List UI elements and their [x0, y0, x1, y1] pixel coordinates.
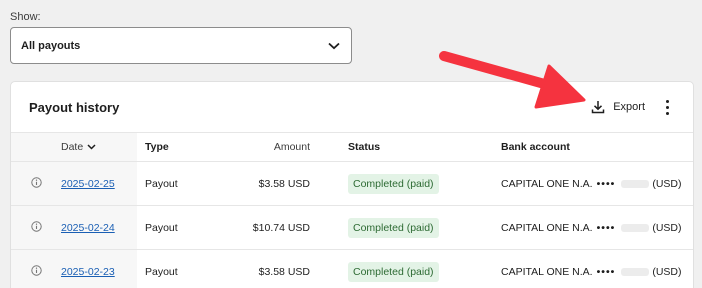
info-icon[interactable]	[30, 264, 42, 279]
info-icon[interactable]	[30, 176, 42, 191]
bank-currency: (USD)	[652, 221, 682, 234]
date-link[interactable]: 2025-02-25	[61, 178, 115, 190]
table-row: 2025-02-24 Payout $10.74 USD Completed (…	[11, 205, 693, 250]
payout-history-card: Payout history Export Date Type Amount S…	[10, 81, 694, 288]
type-cell: Payout	[137, 205, 237, 250]
chevron-down-icon	[328, 42, 340, 50]
bank-name: CAPITAL ONE N.A.	[501, 221, 593, 234]
table-row: 2025-02-25 Payout $3.58 USD Completed (p…	[11, 161, 693, 206]
bank-currency: (USD)	[652, 265, 682, 278]
payout-table: Date Type Amount Status Bank account 202…	[11, 132, 693, 288]
amount-cell: $3.58 USD	[237, 161, 340, 206]
bank-column-header: Bank account	[495, 132, 693, 162]
date-link[interactable]: 2025-02-24	[61, 222, 115, 234]
redacted-digits	[621, 179, 650, 188]
type-cell: Payout	[137, 249, 237, 288]
info-column-header	[11, 132, 61, 162]
bank-name: CAPITAL ONE N.A.	[501, 177, 593, 190]
export-button[interactable]: Export	[591, 100, 645, 114]
header-actions: Export	[591, 97, 675, 117]
date-link[interactable]: 2025-02-23	[61, 266, 115, 278]
amount-column-header: Amount	[237, 132, 340, 162]
payout-filter-select[interactable]: All payouts	[10, 27, 352, 64]
bank-account: CAPITAL ONE N.A. •••• (USD)	[501, 266, 682, 278]
redacted-digits	[621, 223, 650, 232]
amount-cell: $3.58 USD	[237, 249, 340, 288]
bank-account: CAPITAL ONE N.A. •••• (USD)	[501, 178, 682, 190]
type-column-header: Type	[137, 132, 237, 162]
redacted-digits	[621, 267, 650, 276]
bank-mask: ••••	[596, 177, 616, 190]
filter-label: Show:	[10, 11, 41, 23]
export-label: Export	[613, 101, 645, 113]
status-column-header: Status	[340, 132, 495, 162]
bank-mask: ••••	[596, 221, 616, 234]
status-badge: Completed (paid)	[348, 173, 439, 194]
status-badge: Completed (paid)	[348, 261, 439, 282]
info-icon[interactable]	[30, 220, 42, 235]
type-cell: Payout	[137, 161, 237, 206]
bank-currency: (USD)	[652, 177, 682, 190]
more-vertical-icon[interactable]	[659, 97, 675, 117]
bank-account: CAPITAL ONE N.A. •••• (USD)	[501, 222, 682, 234]
sort-chevron-down-icon	[87, 141, 96, 153]
payout-filter-value: All payouts	[21, 39, 81, 52]
table-row: 2025-02-23 Payout $3.58 USD Completed (p…	[11, 249, 693, 288]
date-header-label: Date	[61, 141, 84, 153]
bank-name: CAPITAL ONE N.A.	[501, 265, 593, 278]
date-column-header[interactable]: Date	[61, 132, 137, 162]
download-icon	[591, 100, 605, 114]
card-title: Payout history	[29, 99, 120, 115]
card-header: Payout history Export	[11, 82, 693, 132]
table-header-row: Date Type Amount Status Bank account	[11, 132, 693, 162]
bank-mask: ••••	[596, 265, 616, 278]
amount-cell: $10.74 USD	[237, 205, 340, 250]
status-badge: Completed (paid)	[348, 217, 439, 238]
